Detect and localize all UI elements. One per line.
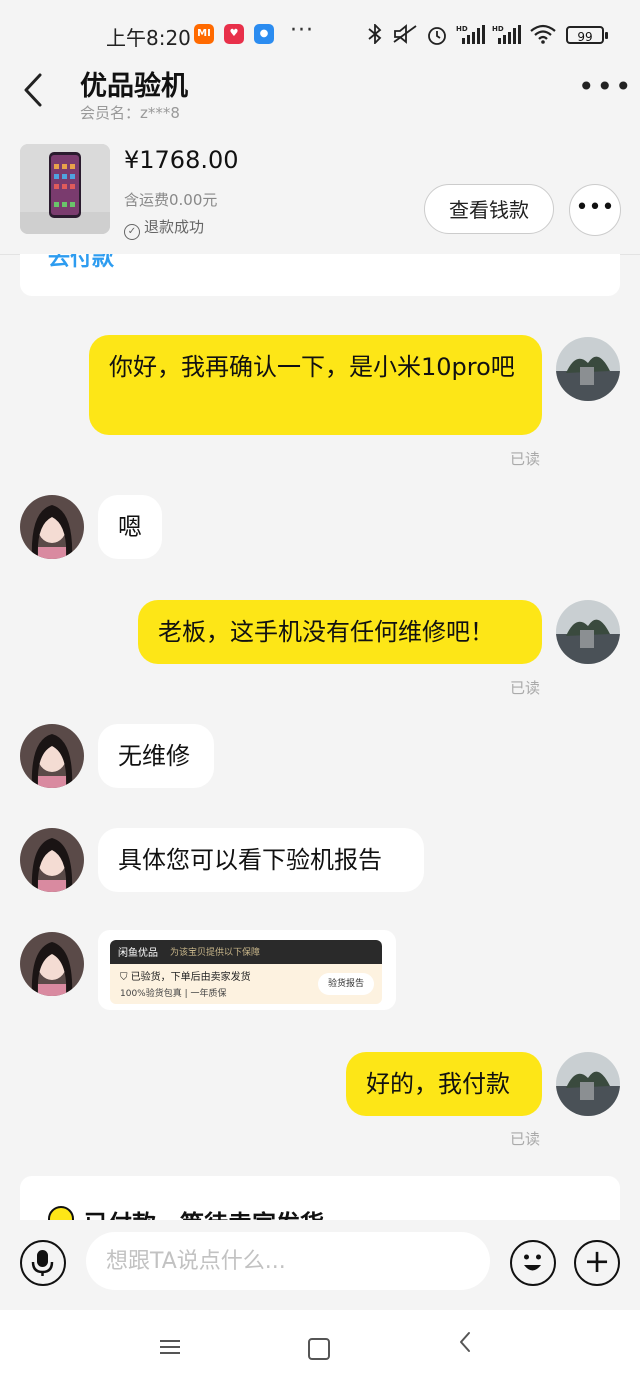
shield-check-icon: ⛉ — [120, 972, 131, 983]
heart-app-icon: ♥ — [224, 24, 244, 44]
view-payment-button[interactable]: 查看钱款 — [424, 184, 554, 234]
refund-status: ✓ 退款成功 — [124, 216, 204, 240]
refund-status-label: 退款成功 — [144, 218, 205, 236]
order-status-card[interactable]: 已付款，等待卖家发货 — [20, 1176, 620, 1220]
mi-app-icon: MI — [194, 24, 214, 44]
pending-status-icon — [48, 1206, 74, 1220]
system-nav-bar — [0, 1310, 640, 1387]
add-attachment-icon[interactable]: + — [574, 1240, 620, 1286]
order-card-top[interactable]: 去付款 — [20, 254, 620, 296]
product-bar: ¥1768.00 含运费0.00元 ✓ 退款成功 查看钱款 ••• — [0, 134, 640, 255]
mute-icon — [392, 24, 418, 49]
seller-avatar[interactable] — [20, 828, 84, 892]
back-arrow-icon[interactable] — [22, 72, 44, 114]
chat-header: 优品验机 会员名：z***8 ••• — [0, 64, 640, 134]
check-circle-icon: ✓ — [124, 224, 140, 240]
shipping-fee: 含运费0.00元 — [124, 191, 218, 209]
product-more-button[interactable]: ••• — [569, 184, 621, 236]
seller-avatar[interactable] — [20, 932, 84, 996]
seller-avatar[interactable] — [20, 495, 84, 559]
read-receipt: 已读 — [510, 679, 541, 697]
bluetooth-icon — [368, 22, 382, 49]
status-bar: 上午8:20 MI ♥ ● ··· HD HD 99 — [0, 0, 640, 64]
message-bubble-incoming[interactable]: 嗯 — [98, 495, 162, 559]
seller-avatar[interactable] — [20, 724, 84, 788]
member-name: 会员名：z***8 — [80, 104, 180, 122]
message-bubble-outgoing[interactable]: 好的，我付款 — [346, 1052, 542, 1116]
signal-hd-icon: HD — [492, 24, 524, 51]
order-card-top-text: 去付款 — [48, 254, 115, 271]
report-note: 为该宝贝提供以下保障 — [170, 948, 261, 958]
report-card-header: 闲鱼优品 为该宝贝提供以下保障 — [110, 940, 382, 964]
report-brand: 闲鱼优品 — [118, 948, 158, 959]
message-input[interactable] — [86, 1232, 490, 1290]
product-thumbnail[interactable] — [20, 144, 110, 234]
microphone-icon[interactable] — [20, 1240, 66, 1286]
battery-indicator: 99 — [566, 26, 608, 44]
message-bubble-outgoing[interactable]: 老板，这手机没有任何维修吧！ — [138, 600, 542, 664]
system-back-icon[interactable] — [458, 1330, 472, 1360]
recent-apps-icon[interactable] — [160, 1336, 180, 1358]
status-time: 上午8:20 — [106, 26, 191, 50]
order-status-text: 已付款，等待卖家发货 — [84, 1204, 324, 1220]
report-card-body: ⛉ 已验货，下单后由卖家发货 100%验货包真 | 一年质保 验货报告 — [110, 964, 382, 1004]
more-options-icon[interactable]: ••• — [578, 70, 634, 103]
inspection-report-card[interactable]: 闲鱼优品 为该宝贝提供以下保障 ⛉ 已验货，下单后由卖家发货 100%验货包真 … — [98, 930, 396, 1010]
report-warranty: 100%验货包真 | 一年质保 — [120, 989, 227, 999]
product-price: ¥1768.00 — [124, 146, 239, 174]
page-title: 优品验机 — [80, 71, 188, 102]
emoji-icon[interactable] — [510, 1240, 556, 1286]
my-avatar[interactable] — [556, 337, 620, 401]
signal-hd-icon: HD — [456, 24, 488, 51]
my-avatar[interactable] — [556, 1052, 620, 1116]
chat-input-bar: + — [0, 1220, 640, 1310]
message-bubble-incoming[interactable]: 具体您可以看下验机报告 — [98, 828, 424, 892]
report-guarantee-text: 已验货，下单后由卖家发货 — [130, 972, 251, 983]
status-overflow: ··· — [290, 18, 314, 43]
svg-text:HD: HD — [456, 25, 468, 33]
my-avatar[interactable] — [556, 600, 620, 664]
home-icon[interactable] — [308, 1338, 330, 1360]
chat-app-icon: ● — [254, 24, 274, 44]
svg-text:HD: HD — [492, 25, 504, 33]
wifi-icon — [530, 24, 556, 49]
report-guarantee: ⛉ 已验货，下单后由卖家发货 — [120, 968, 251, 983]
message-bubble-outgoing[interactable]: 你好，我再确认一下，是小米10pro吧 — [89, 335, 542, 435]
view-report-button[interactable]: 验货报告 — [318, 973, 374, 995]
message-bubble-incoming[interactable]: 无维修 — [98, 724, 214, 788]
read-receipt: 已读 — [510, 450, 541, 468]
read-receipt: 已读 — [510, 1130, 541, 1148]
alarm-icon — [426, 24, 448, 51]
